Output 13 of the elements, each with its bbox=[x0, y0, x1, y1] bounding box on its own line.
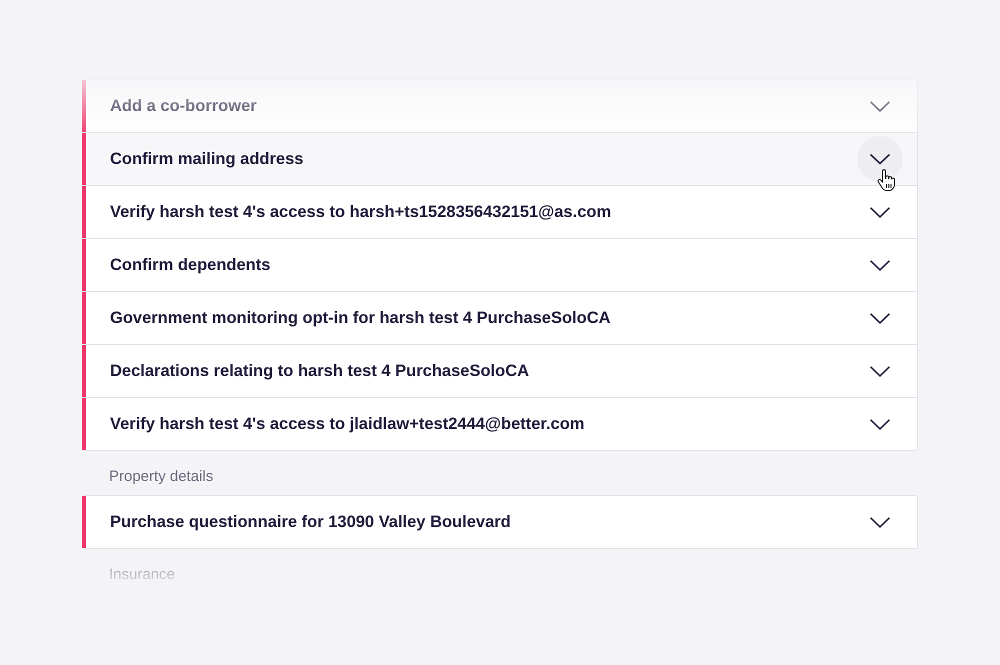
chevron-down-icon[interactable] bbox=[870, 260, 890, 270]
task-row[interactable]: Purchase questionnaire for 13090 Valley Boulevard bbox=[82, 496, 917, 548]
chevron-down-icon[interactable] bbox=[870, 206, 890, 218]
chevron-down-icon[interactable] bbox=[870, 516, 890, 528]
chevron-down-icon[interactable] bbox=[857, 136, 903, 182]
task-row[interactable]: Add a co-borrower bbox=[82, 80, 917, 132]
chevron-down-icon[interactable] bbox=[870, 418, 890, 430]
section-heading: Property details bbox=[109, 467, 214, 487]
chevron-down-icon[interactable] bbox=[870, 312, 890, 324]
section-heading: Insurance bbox=[109, 565, 175, 585]
hand-cursor-icon bbox=[877, 169, 896, 192]
task-row[interactable]: Verify harsh test 4's access to jlaidlaw+test2444@better.com bbox=[82, 398, 917, 450]
chevron-down-icon[interactable] bbox=[870, 366, 890, 376]
